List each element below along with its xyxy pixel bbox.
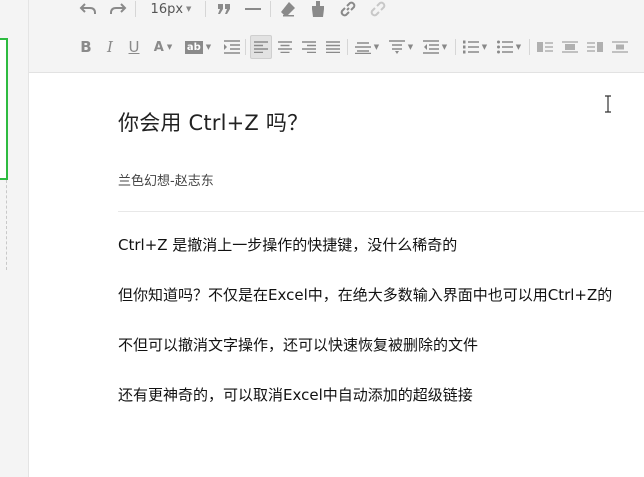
toolbar-separator (270, 1, 271, 17)
selected-item-frame[interactable] (0, 38, 8, 180)
align-right-icon[interactable] (299, 36, 319, 58)
unlink-icon[interactable] (367, 0, 389, 20)
document-title[interactable]: 你会用 Ctrl+Z 吗？ (118, 107, 308, 137)
underline-icon[interactable]: U (125, 36, 143, 58)
font-size-value: 16px (150, 1, 184, 17)
redo-icon[interactable] (107, 0, 129, 20)
paragraph-spacing-icon[interactable]: ▼ (387, 36, 415, 58)
format-painter-icon[interactable] (307, 0, 329, 20)
ordered-list-icon[interactable]: ▼ (461, 36, 489, 58)
toolbar-separator (529, 39, 530, 55)
background-color-icon[interactable]: ab ▼ (183, 36, 213, 58)
line-height-icon[interactable]: ▼ (353, 36, 381, 58)
indent-spacing-icon[interactable]: ▼ (421, 36, 449, 58)
document-author[interactable]: 兰色幻想-赵志东 (118, 170, 214, 189)
bold-icon[interactable]: B (77, 36, 95, 58)
blockquote-icon[interactable] (213, 0, 235, 20)
title-divider (118, 211, 644, 212)
align-center-icon[interactable] (275, 36, 295, 58)
left-panel (0, 0, 29, 477)
align-justify-icon[interactable] (323, 36, 343, 58)
image-float-left-icon[interactable] (535, 36, 555, 58)
undo-icon[interactable] (77, 0, 99, 20)
link-icon[interactable] (337, 0, 359, 20)
image-float-right-icon[interactable] (585, 36, 605, 58)
paragraph[interactable]: 不但可以撤消文字操作，还可以快速恢复被删除的文件 (118, 334, 478, 355)
font-size-select[interactable]: 16px ▼ (146, 0, 196, 20)
paragraph[interactable]: 但你知道吗？不仅是在Excel中，在绝大多数输入界面中也可以用Ctrl+Z的 (118, 284, 612, 305)
indent-icon[interactable] (222, 36, 242, 58)
document-editor[interactable]: 你会用 Ctrl+Z 吗？ 兰色幻想-赵志东 Ctrl+Z 是撤消上一步操作的快… (29, 73, 644, 477)
align-left-icon[interactable] (250, 35, 272, 59)
unordered-list-icon[interactable]: ▼ (495, 36, 523, 58)
toolbar-separator (245, 39, 246, 55)
paragraph[interactable]: 还有更神奇的，可以取消Excel中自动添加的超级链接 (118, 384, 473, 405)
toolbar-separator (455, 39, 456, 55)
toolbar-separator (205, 1, 206, 17)
horizontal-rule-icon[interactable] (242, 0, 264, 20)
toolbar-separator (135, 1, 136, 17)
paragraph[interactable]: Ctrl+Z 是撤消上一步操作的快捷键，没什么稀奇的 (118, 234, 457, 255)
panel-dashed-guide (6, 180, 7, 270)
chevron-down-icon: ▼ (186, 5, 192, 13)
image-inline-icon[interactable] (560, 36, 580, 58)
text-cursor-icon (605, 95, 611, 113)
editor-toolbar: 16px ▼ B I U A ▼ ab ▼ ▼ ▼ ▼ ▼ ▼ (29, 0, 644, 73)
italic-icon[interactable]: I (101, 36, 119, 58)
toolbar-separator (347, 39, 348, 55)
image-center-icon[interactable] (610, 36, 630, 58)
eraser-icon[interactable] (277, 0, 299, 20)
font-color-icon[interactable]: A ▼ (149, 36, 177, 58)
